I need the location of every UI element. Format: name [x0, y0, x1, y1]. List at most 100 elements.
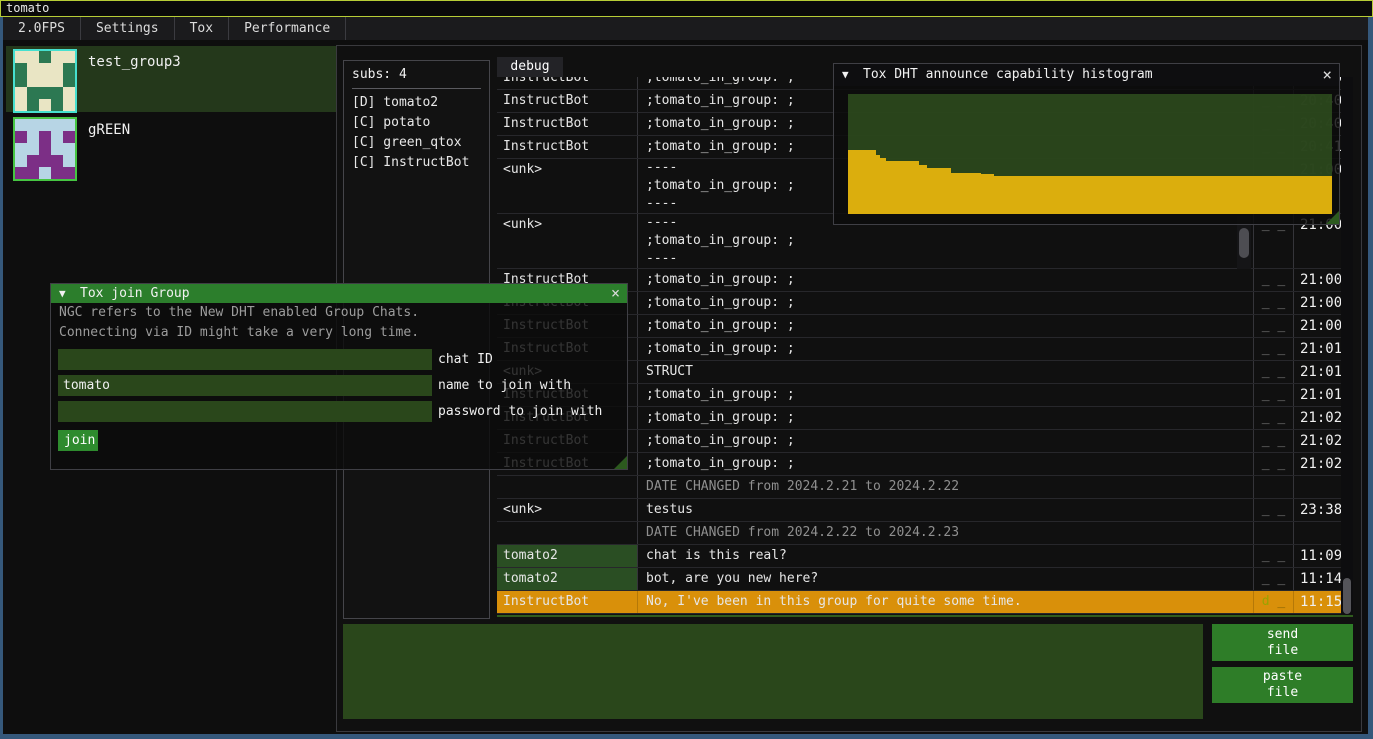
fps-counter: 2.0FPS	[3, 17, 81, 40]
avatar-pixel	[27, 155, 39, 167]
message-sender: tomato2	[497, 568, 638, 590]
message-sender: tomato2	[497, 545, 638, 567]
message-text: ;tomato_in_group: ;	[638, 430, 1254, 452]
window-title: tomato	[1, 1, 49, 15]
avatar-pixel	[15, 119, 27, 131]
close-icon[interactable]: ×	[611, 284, 620, 303]
message-flags: _ _	[1254, 568, 1294, 590]
join-window-title: Tox join Group	[80, 284, 190, 303]
message-time: 21:00	[1294, 315, 1341, 337]
group-item-gREEN[interactable]: gREEN	[6, 114, 336, 180]
message-time: 11:09	[1294, 545, 1341, 567]
subs-list: [D] tomato2[C] potato[C] green_qtox[C] I…	[344, 93, 489, 173]
message-flags: _ _	[1254, 338, 1294, 360]
subs-member[interactable]: [C] green_qtox	[344, 133, 489, 153]
window-frame-bottom	[0, 734, 1373, 739]
join-group-window: ▼ Tox join Group × NGC refers to the New…	[50, 283, 628, 470]
menu-bar: 2.0FPSSettingsToxPerformance	[3, 17, 1368, 40]
message-time: 21:02	[1294, 407, 1341, 429]
message-time	[1294, 522, 1341, 544]
subs-member[interactable]: [C] InstructBot	[344, 153, 489, 173]
avatar-pixel	[51, 51, 63, 63]
histogram-window-titlebar[interactable]: ▼ Tox DHT announce capability histogram …	[834, 64, 1339, 86]
join-field-row: password to join with	[58, 401, 627, 422]
join-field-input-1[interactable]	[58, 375, 432, 396]
join-window-titlebar[interactable]: ▼ Tox join Group ×	[51, 284, 627, 303]
histogram-bar	[981, 174, 994, 214]
avatar-pixel	[39, 87, 51, 99]
menu-item-tox[interactable]: Tox	[175, 17, 229, 40]
message-flags	[1254, 522, 1294, 544]
menu-item-settings[interactable]: Settings	[81, 17, 175, 40]
avatar-pixel	[39, 155, 51, 167]
histogram-bar	[951, 173, 981, 214]
paste-file-button[interactable]: paste file	[1212, 667, 1353, 703]
avatar-pixel	[51, 87, 63, 99]
avatar-pixel	[51, 143, 63, 155]
message-row[interactable]: DATE CHANGED from 2024.2.21 to 2024.2.22	[497, 476, 1341, 499]
join-field-input-2[interactable]	[58, 401, 432, 422]
message-sender	[497, 522, 638, 544]
message-sender: InstructBot	[497, 591, 638, 613]
group-name: test_group3	[88, 54, 181, 70]
message-row[interactable]: tomato2chat is this real?_ _11:09	[497, 545, 1341, 568]
close-icon[interactable]: ×	[1322, 64, 1332, 86]
message-row[interactable]: <unk>testus_ _23:38	[497, 499, 1341, 522]
avatar-pixel	[51, 75, 63, 87]
avatar-pixel	[63, 143, 75, 155]
avatar-pixel	[63, 155, 75, 167]
message-flags: _ _	[1254, 269, 1294, 291]
message-sender: InstructBot	[497, 113, 638, 135]
message-time: 11:15	[1294, 591, 1341, 613]
message-row[interactable]: InstructBotNo, I've been in this group f…	[497, 591, 1341, 614]
chat-scrollbar-thumb[interactable]	[1343, 578, 1351, 614]
message-input[interactable]	[343, 624, 1203, 719]
avatar-pixel	[63, 75, 75, 87]
avatar-pixel	[15, 143, 27, 155]
subs-count: subs: 4	[344, 61, 489, 82]
join-field-label: chat ID	[438, 349, 493, 370]
message-text: DATE CHANGED from 2024.2.22 to 2024.2.23	[638, 522, 1254, 544]
avatar-pixel	[15, 155, 27, 167]
message-time: 21:01	[1294, 338, 1341, 360]
avatar-pixel	[15, 63, 27, 75]
resize-grip[interactable]	[614, 456, 627, 469]
menu-item-performance[interactable]: Performance	[229, 17, 346, 40]
avatar-pixel	[63, 51, 75, 63]
message-sender: <unk>	[497, 159, 638, 213]
avatar-pixel	[39, 63, 51, 75]
message-flags: _ _	[1254, 292, 1294, 314]
cell-scrollbar-thumb[interactable]	[1239, 228, 1249, 258]
window-titlebar[interactable]: tomato	[0, 0, 1373, 17]
chat-scrollbar[interactable]	[1341, 77, 1353, 614]
join-field-input-0[interactable]	[58, 349, 432, 370]
window-frame-right	[1368, 17, 1373, 739]
join-button[interactable]: join	[58, 430, 98, 451]
join-fields: chat ID name to join with password to join…	[51, 343, 627, 422]
resize-grip[interactable]	[1326, 211, 1339, 224]
group-item-test_group3[interactable]: test_group3	[6, 46, 336, 112]
collapse-icon[interactable]: ▼	[842, 64, 849, 86]
message-text: DATE CHANGED from 2024.2.21 to 2024.2.22	[638, 476, 1254, 498]
avatar-pixel	[63, 63, 75, 75]
collapse-icon[interactable]: ▼	[59, 284, 66, 303]
join-field-row: chat ID	[58, 349, 627, 370]
tab-debug[interactable]: debug	[497, 57, 563, 77]
avatar-pixel	[27, 167, 39, 179]
join-field-label: name to join with	[438, 375, 571, 396]
message-text: ;tomato_in_group: ;	[638, 384, 1254, 406]
subs-member[interactable]: [C] potato	[344, 113, 489, 133]
join-info-line: NGC refers to the New DHT enabled Group …	[51, 303, 627, 323]
message-time: 21:02	[1294, 430, 1341, 452]
send-file-button[interactable]: send file	[1212, 624, 1353, 661]
message-flags: d _	[1254, 591, 1294, 613]
message-row[interactable]: tomato2bot, are you new here?_ _11:14	[497, 568, 1341, 591]
subs-member[interactable]: [D] tomato2	[344, 93, 489, 113]
message-row[interactable]: DATE CHANGED from 2024.2.22 to 2024.2.23	[497, 522, 1341, 545]
group-name: gREEN	[88, 122, 130, 138]
avatar-pixel	[15, 75, 27, 87]
message-text: ;tomato_in_group: ;	[638, 315, 1254, 337]
histogram-window: ▼ Tox DHT announce capability histogram …	[833, 63, 1340, 225]
histogram-bar	[927, 168, 951, 214]
message-sender: InstructBot	[497, 90, 638, 112]
